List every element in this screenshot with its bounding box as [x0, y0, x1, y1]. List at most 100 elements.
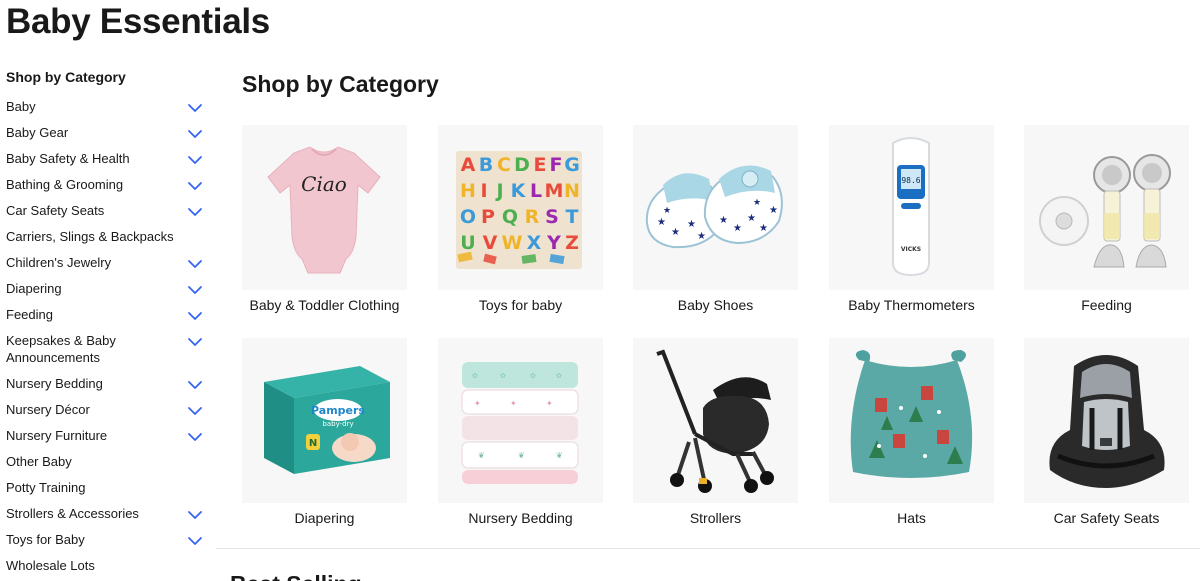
chevron-down-icon[interactable]: [186, 506, 204, 524]
tile-car-safety-seats[interactable]: Car Safety Seats: [1024, 338, 1189, 526]
baby-shoes-image: ★ ★ ★ ★ ★ ★ ★ ★ ★ ★ ★: [633, 125, 798, 290]
svg-text:E: E: [534, 154, 547, 176]
sidebar-item[interactable]: Strollers & Accessories: [0, 505, 215, 531]
svg-text:T: T: [566, 206, 579, 228]
tile-caption[interactable]: Strollers: [633, 510, 798, 526]
sidebar-item[interactable]: Wholesale Lots: [0, 557, 215, 581]
chevron-down-icon[interactable]: [186, 255, 204, 273]
baby-hat-image: [829, 338, 994, 503]
sidebar-item[interactable]: Carriers, Slings & Backpacks: [0, 228, 215, 254]
chevron-down-icon[interactable]: [186, 532, 204, 550]
svg-text:R: R: [525, 206, 540, 228]
sidebar-item-label: Strollers & Accessories: [6, 506, 139, 521]
sidebar-item-label: Nursery Furniture: [6, 428, 108, 443]
sidebar-item[interactable]: Keepsakes & Baby Announcements: [0, 332, 215, 375]
sidebar-item[interactable]: Potty Training: [0, 479, 215, 505]
svg-text:✿: ✿: [472, 373, 478, 380]
sidebar-item[interactable]: Baby Safety & Health: [0, 150, 215, 176]
alphabet-puzzle-image: ABCDEFG HIJKLMN OPQRST UVWXYZ: [438, 125, 603, 290]
tile-diapering[interactable]: Pampers baby-dry N Diapering: [242, 338, 407, 526]
svg-text:B: B: [479, 154, 493, 176]
tile-caption[interactable]: Hats: [829, 510, 994, 526]
sidebar-item[interactable]: Other Baby: [0, 453, 215, 479]
diaper-sub: baby-dry: [322, 420, 353, 428]
tile-strollers[interactable]: Strollers: [633, 338, 798, 526]
chevron-down-icon[interactable]: [186, 307, 204, 325]
swaddle-blankets-image: ✿ ✿ ✿ ✿ ✦ ✦ ✦ ❦ ❦ ❦: [438, 338, 603, 503]
svg-text:P: P: [481, 206, 495, 228]
sidebar-item[interactable]: Feeding: [0, 306, 215, 332]
svg-text:C: C: [497, 154, 511, 176]
svg-text:V: V: [483, 232, 498, 254]
tile-hats[interactable]: Hats: [829, 338, 994, 526]
svg-text:H: H: [460, 180, 476, 202]
sidebar-item-label: Other Baby: [6, 454, 72, 469]
sidebar-item-label: Car Safety Seats: [6, 203, 105, 218]
thermometer-reading: 98.6: [901, 176, 920, 185]
svg-text:✿: ✿: [530, 373, 536, 380]
stroller-image: [633, 338, 798, 503]
svg-text:N: N: [564, 180, 580, 202]
chevron-down-icon[interactable]: [186, 151, 204, 169]
sidebar-item-label: Baby Safety & Health: [6, 151, 130, 166]
tile-caption[interactable]: Diapering: [242, 510, 407, 526]
svg-text:W: W: [502, 232, 523, 254]
sidebar-item[interactable]: Car Safety Seats: [0, 202, 215, 228]
sidebar-item-label: Baby: [6, 99, 36, 114]
tile-caption[interactable]: Baby & Toddler Clothing: [242, 297, 407, 313]
svg-text:★: ★: [753, 197, 761, 207]
svg-text:✦: ✦: [474, 399, 481, 408]
sidebar-item-label: Baby Gear: [6, 125, 69, 140]
tile-caption[interactable]: Baby Thermometers: [829, 297, 994, 313]
chevron-down-icon[interactable]: [186, 99, 204, 117]
chevron-down-icon[interactable]: [186, 177, 204, 195]
tile-caption[interactable]: Nursery Bedding: [438, 510, 603, 526]
svg-text:★: ★: [697, 231, 706, 242]
sidebar-item[interactable]: Baby Gear: [0, 124, 215, 150]
sidebar-item[interactable]: Nursery Bedding: [0, 375, 215, 401]
svg-text:Z: Z: [565, 232, 579, 254]
tile-toys-for-baby[interactable]: ABCDEFG HIJKLMN OPQRST UVWXYZ Toys for b…: [438, 125, 603, 313]
chevron-down-icon[interactable]: [186, 125, 204, 143]
svg-text:Y: Y: [546, 232, 561, 254]
tile-caption[interactable]: Toys for baby: [438, 297, 603, 313]
chevron-down-icon[interactable]: [186, 333, 204, 351]
main-content: Shop by Category Ciao Baby & Toddler Clo…: [242, 66, 1200, 526]
chevron-down-icon[interactable]: [186, 281, 204, 299]
sidebar-item-label: Keepsakes & Baby Announcements: [6, 333, 116, 365]
sidebar-item-label: Children's Jewelry: [6, 255, 112, 270]
svg-text:U: U: [460, 232, 475, 254]
svg-text:Q: Q: [502, 206, 518, 228]
sidebar-item[interactable]: Diapering: [0, 280, 215, 306]
breast-pump-image: [1024, 125, 1189, 290]
chevron-down-icon[interactable]: [186, 376, 204, 394]
sidebar-item[interactable]: Children's Jewelry: [0, 254, 215, 280]
svg-text:M: M: [545, 180, 564, 202]
sidebar-item[interactable]: Nursery Furniture: [0, 427, 215, 453]
chevron-down-icon[interactable]: [186, 203, 204, 221]
svg-text:L: L: [530, 180, 542, 202]
svg-text:★: ★: [663, 205, 671, 215]
chevron-down-icon[interactable]: [186, 428, 204, 446]
tile-baby-shoes[interactable]: ★ ★ ★ ★ ★ ★ ★ ★ ★ ★ ★ Baby Shoes: [633, 125, 798, 313]
svg-text:✿: ✿: [500, 373, 506, 380]
sidebar-item[interactable]: Toys for Baby: [0, 531, 215, 557]
sidebar-item[interactable]: Bathing & Grooming: [0, 176, 215, 202]
svg-text:❦: ❦: [478, 451, 485, 460]
svg-text:F: F: [550, 154, 563, 176]
svg-text:★: ★: [733, 223, 742, 234]
diaper-box-image: Pampers baby-dry N: [242, 338, 407, 503]
sidebar-item[interactable]: Baby: [0, 98, 215, 124]
tile-baby-thermometers[interactable]: 98.6 VICKS Baby Thermometers: [829, 125, 994, 313]
sidebar-item[interactable]: Nursery Décor: [0, 401, 215, 427]
chevron-down-icon[interactable]: [186, 402, 204, 420]
tile-feeding[interactable]: Feeding: [1024, 125, 1189, 313]
tile-caption[interactable]: Feeding: [1024, 297, 1189, 313]
tile-caption[interactable]: Car Safety Seats: [1024, 510, 1189, 526]
diaper-brand: Pampers: [311, 404, 365, 417]
sidebar-item-label: Nursery Décor: [6, 402, 90, 417]
tile-baby-toddler-clothing[interactable]: Ciao Baby & Toddler Clothing: [242, 125, 407, 313]
tile-nursery-bedding[interactable]: ✿ ✿ ✿ ✿ ✦ ✦ ✦ ❦ ❦ ❦ Nursery Bedding: [438, 338, 603, 526]
svg-text:✿: ✿: [556, 373, 562, 380]
tile-caption[interactable]: Baby Shoes: [633, 297, 798, 313]
